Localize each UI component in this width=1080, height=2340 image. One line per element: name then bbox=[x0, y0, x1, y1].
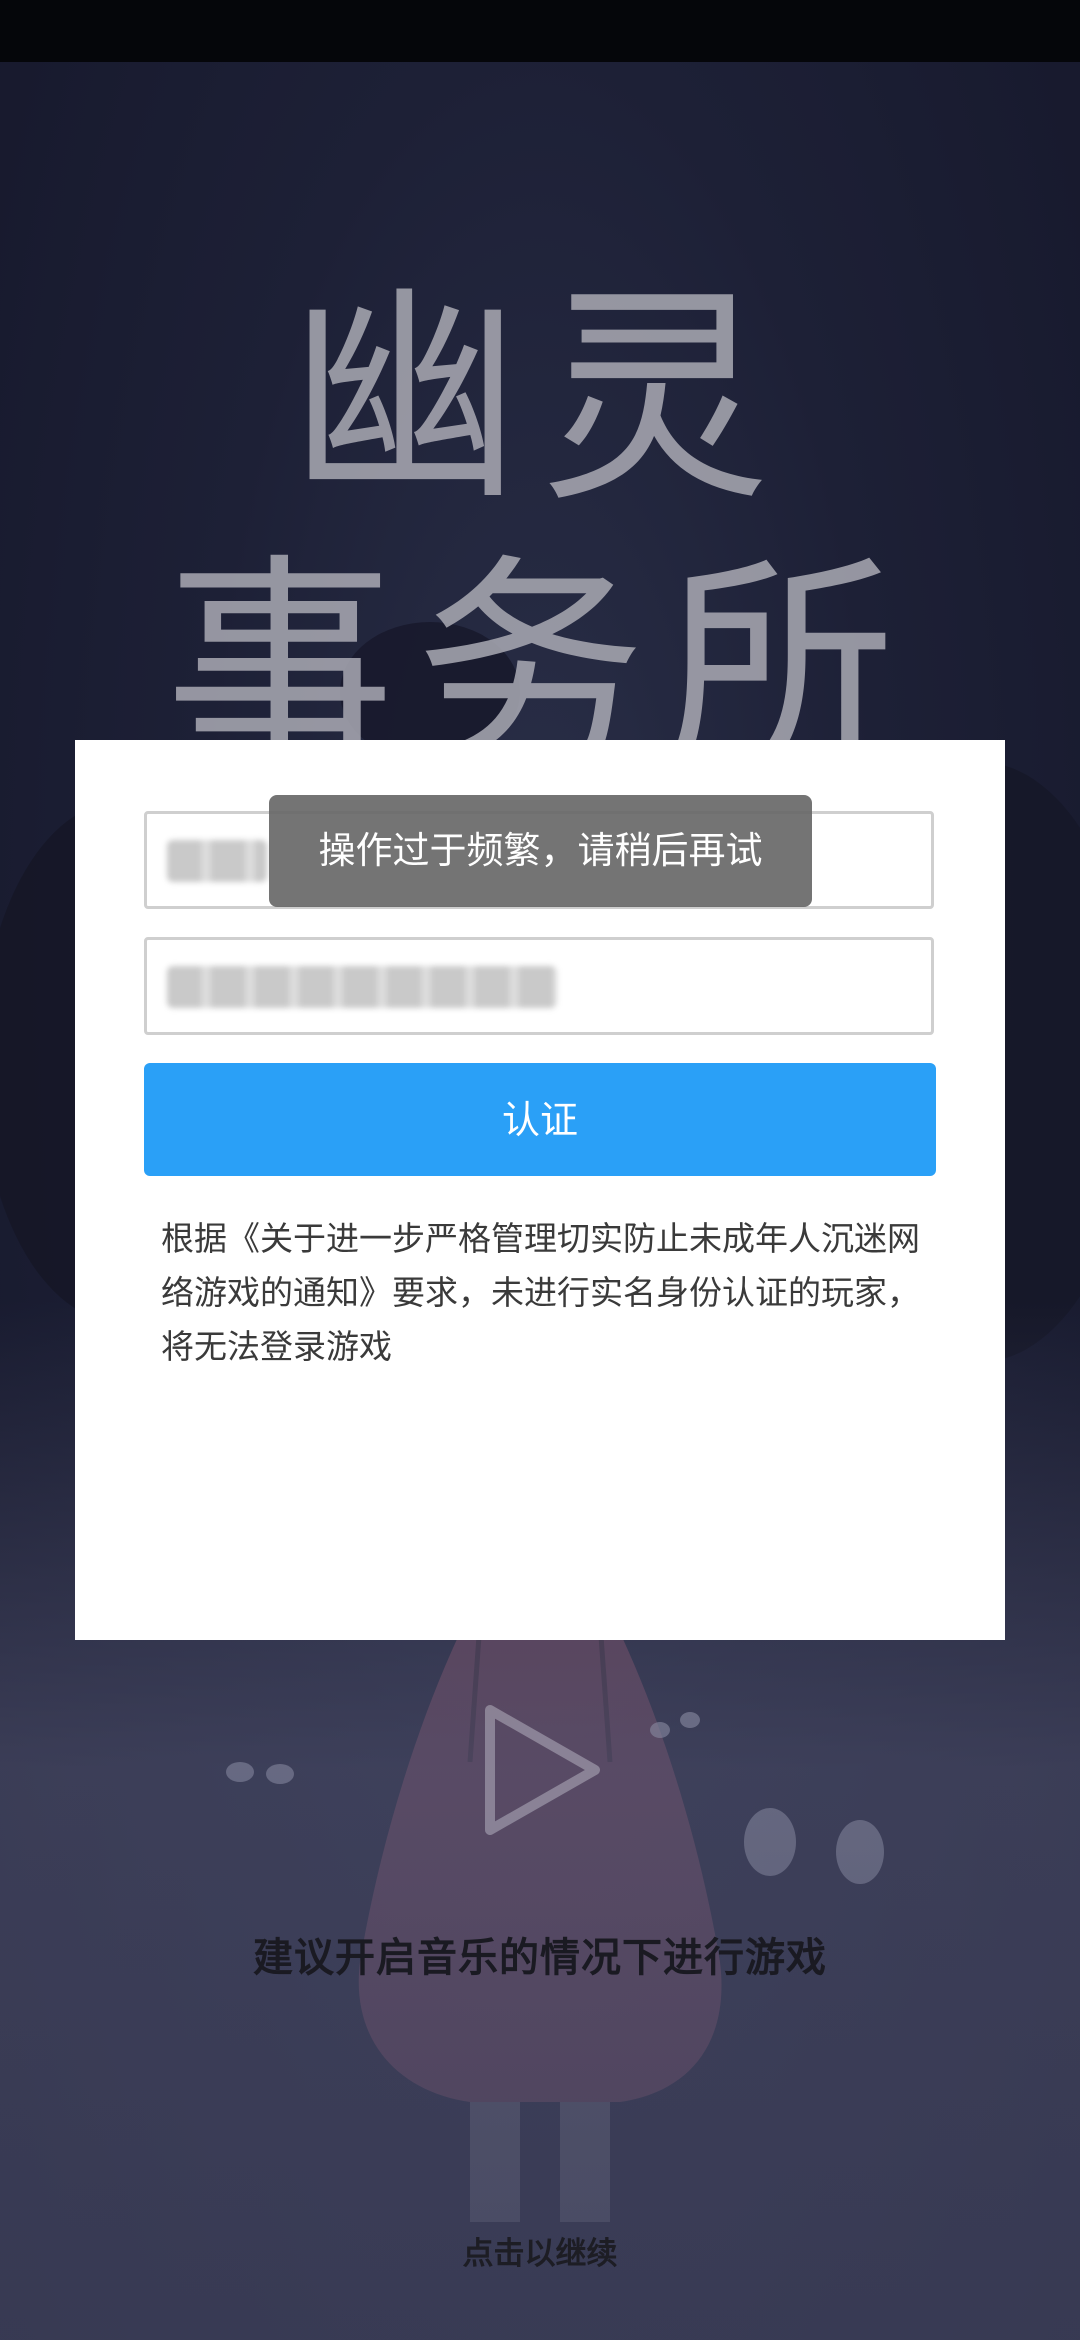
id-input-redacted bbox=[167, 966, 557, 1008]
status-bar bbox=[0, 0, 1080, 62]
id-number-input[interactable] bbox=[144, 937, 934, 1035]
music-hint: 建议开启音乐的情况下进行游戏 bbox=[253, 1935, 827, 1981]
verify-button[interactable]: 认证 bbox=[144, 1063, 936, 1176]
toast-message: 操作过于频繁，请稍后再试 bbox=[269, 795, 812, 907]
anti-addiction-notice: 根据《关于进一步严格管理切实防止未成年人沉迷网络游戏的通知》要求，未进行实名身份… bbox=[161, 1219, 920, 1366]
game-screen[interactable]: 幽灵 事务所 建议开启音乐的情况下进行游戏 点击以继续 认证 根据《关于进一步严… bbox=[0, 0, 1080, 2340]
play-icon[interactable] bbox=[470, 1700, 610, 1840]
game-logo-line1: 幽灵 bbox=[289, 266, 790, 533]
tap-to-continue[interactable]: 点击以继续 bbox=[0, 2228, 1080, 2273]
name-input-redacted bbox=[167, 840, 267, 882]
